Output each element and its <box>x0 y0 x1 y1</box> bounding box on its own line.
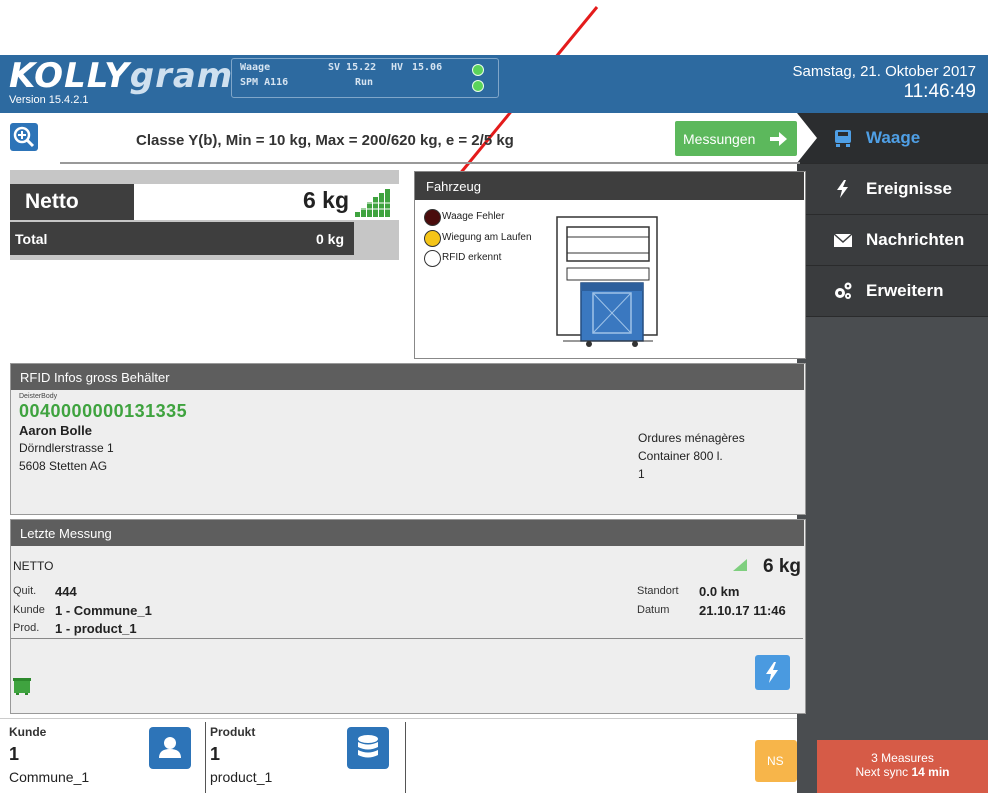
measurement-divider <box>11 638 803 639</box>
bottom-separator-1 <box>205 722 206 793</box>
kollygram-logo: KOLLYgram <box>9 56 234 96</box>
bottom-kunde-label: Kunde <box>9 725 47 739</box>
messungen-label: Messungen <box>683 131 756 147</box>
container-icon <box>13 678 31 695</box>
bottom-bar <box>0 718 797 794</box>
select-customer-button[interactable] <box>149 727 191 769</box>
class-underline <box>60 162 800 164</box>
ns-label: NS <box>767 754 784 768</box>
total-row: Total 0 kg <box>10 222 354 255</box>
status-label-rfid: RFID erkennt <box>442 252 502 263</box>
kunde-label: Kunde <box>13 604 45 616</box>
prod-label: Prod. <box>13 622 40 634</box>
envelope-icon <box>833 233 853 247</box>
small-signal-icon <box>733 559 747 571</box>
bottom-produkt-label: Produkt <box>210 725 256 739</box>
bottom-produkt-name: product_1 <box>210 769 273 785</box>
run-label: Run <box>355 77 374 88</box>
signal-bars-icon <box>355 189 391 217</box>
last-measurement-title: Letzte Messung <box>20 526 112 541</box>
rfid-tag-number: 0040000000131335 <box>19 401 188 421</box>
quit-label: Quit. <box>13 585 37 597</box>
sync-next-label: Next sync <box>855 765 909 779</box>
nav-label-ereignisse: Ereignisse <box>866 179 952 198</box>
select-product-button[interactable] <box>347 727 389 769</box>
header-time: 11:46:49 <box>903 81 976 102</box>
scale-icon <box>835 130 851 147</box>
bottom-separator-2 <box>405 722 406 793</box>
netto-label-box: Netto <box>10 184 134 220</box>
bottom-kunde-number: 1 <box>9 744 20 764</box>
datum-value: 21.10.17 11:46 <box>699 603 786 618</box>
sync-next: Next sync 14 min <box>817 765 988 779</box>
rfid-city: 5608 Stetten AG <box>19 459 108 473</box>
status-led-bottom <box>472 80 484 92</box>
nav-label-waage: Waage <box>866 128 921 147</box>
user-icon <box>159 737 181 758</box>
status-label-weighing: Wiegung am Laufen <box>442 232 532 243</box>
rfid-street: Dörndlerstrasse 1 <box>19 441 114 455</box>
version-label: Version 15.4.2.1 <box>9 94 89 106</box>
scale-class-info: Classe Y(b), Min = 10 kg, Max = 200/620 … <box>136 132 514 149</box>
standort-value: 0.0 km <box>699 584 740 599</box>
nav-item-erweitern[interactable]: Erweitern <box>797 266 988 317</box>
kunde-value: 1 - Commune_1 <box>55 603 152 618</box>
total-label: Total <box>15 231 48 247</box>
status-label-error: Waage Fehler <box>442 211 505 222</box>
prod-value: 1 - product_1 <box>55 621 137 636</box>
rfid-waste-type: Ordures ménagères <box>638 431 745 445</box>
ns-button[interactable]: NS <box>755 740 797 782</box>
gears-icon <box>835 282 852 299</box>
status-dot-error <box>424 209 441 226</box>
sync-status[interactable]: 3 Measures Next sync 14 min <box>817 740 988 793</box>
total-value: 0 kg <box>315 231 344 247</box>
last-measurement-header: Letzte Messung <box>11 520 804 546</box>
status-dot-weighing <box>424 230 441 247</box>
datum-label: Datum <box>637 604 670 616</box>
nav-item-ereignisse[interactable]: Ereignisse <box>797 164 988 215</box>
database-icon <box>358 735 378 758</box>
measurement-value: 6 kg <box>762 556 801 577</box>
zoom-in-icon <box>13 126 35 148</box>
bottom-kunde-name: Commune_1 <box>9 769 90 785</box>
truck-lift-illustration <box>556 216 658 347</box>
standort-label: Standort <box>637 585 679 597</box>
netto-value-box: 6 kg <box>134 184 399 220</box>
netto-value: 6 kg <box>302 187 349 213</box>
status-dot-rfid <box>424 250 441 267</box>
zoom-button[interactable] <box>10 123 38 151</box>
lightning-icon <box>837 180 848 198</box>
vehicle-panel-header: Fahrzeug <box>415 172 804 200</box>
messungen-button[interactable]: Messungen <box>675 121 797 156</box>
sv-label: SV 15.22 <box>328 62 377 73</box>
rfid-title: RFID Infos gross Behälter <box>20 370 170 385</box>
netto-label: Netto <box>25 190 79 213</box>
device-line2: SPM A116 <box>240 77 289 88</box>
rfid-source: DeisterBody <box>19 393 58 400</box>
quit-value: 444 <box>55 584 77 599</box>
bottom-produkt-number: 1 <box>210 744 221 764</box>
rfid-owner-name: Aaron Bolle <box>19 423 92 438</box>
lightning-icon <box>766 662 778 683</box>
rfid-count: 1 <box>638 467 645 481</box>
rfid-container: Container 800 l. <box>638 449 723 463</box>
nav-label-nachrichten: Nachrichten <box>866 230 965 249</box>
nav-label-erweitern: Erweitern <box>866 281 944 300</box>
device-line1: Waage <box>240 62 271 73</box>
event-button[interactable] <box>755 655 790 690</box>
arrow-right-icon <box>770 132 787 146</box>
nav-item-nachrichten[interactable]: Nachrichten <box>797 215 988 266</box>
vehicle-title: Fahrzeug <box>426 179 481 194</box>
nav-item-waage[interactable]: Waage <box>797 113 988 164</box>
measurement-type: NETTO <box>13 559 54 573</box>
active-nav-indicator <box>797 113 817 163</box>
header-date: Samstag, 21. Oktober 2017 <box>792 63 976 80</box>
status-led-top <box>472 64 484 76</box>
sync-next-time: 14 min <box>911 765 950 779</box>
hv-value: 15.06 <box>412 62 443 73</box>
hv-label: HV <box>391 62 404 73</box>
rfid-panel-header: RFID Infos gross Behälter <box>11 364 804 390</box>
sync-measures: 3 Measures <box>871 751 934 765</box>
